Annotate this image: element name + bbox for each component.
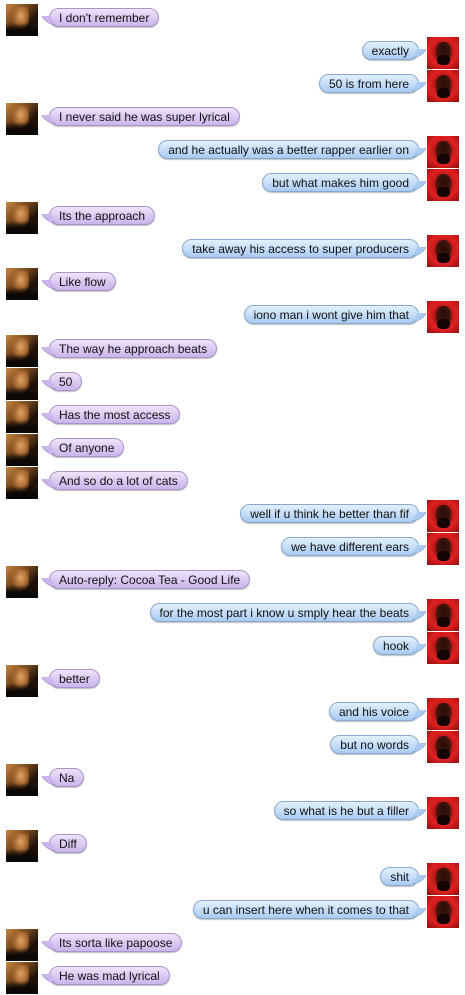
incoming-message-bubble: The way he approach beats xyxy=(49,339,218,358)
bearded-man-red-avatar-icon[interactable] xyxy=(427,731,459,763)
outgoing-message-bubble: hook xyxy=(372,636,419,655)
bearded-man-red-avatar-icon[interactable] xyxy=(427,169,459,201)
outgoing-message-bubble: well if u think he better than fif xyxy=(240,504,419,523)
message-row: shit xyxy=(0,863,465,896)
hands-on-face-avatar-icon[interactable] xyxy=(6,434,38,466)
hands-on-face-avatar-icon[interactable] xyxy=(6,962,38,994)
message-row: Like flow xyxy=(0,268,465,301)
incoming-message-bubble: Has the most access xyxy=(49,405,181,424)
hands-on-face-avatar-icon[interactable] xyxy=(6,566,38,598)
bearded-man-red-avatar-icon[interactable] xyxy=(427,863,459,895)
outgoing-message-bubble: for the most part i know u smply hear th… xyxy=(149,603,419,622)
message-row: but what makes him good xyxy=(0,169,465,202)
message-row: so what is he but a filler xyxy=(0,797,465,830)
outgoing-message-bubble: u can insert here when it comes to that xyxy=(192,900,419,919)
message-row: well if u think he better than fif xyxy=(0,500,465,533)
message-row: for the most part i know u smply hear th… xyxy=(0,599,465,632)
outgoing-message-bubble: shit xyxy=(380,867,419,886)
incoming-message-bubble: 50 xyxy=(49,372,83,391)
hands-on-face-avatar-icon[interactable] xyxy=(6,830,38,862)
outgoing-message-bubble: exactly xyxy=(361,41,419,60)
message-row: and his voice xyxy=(0,698,465,731)
message-row: u can insert here when it comes to that xyxy=(0,896,465,929)
message-row: exactly xyxy=(0,37,465,70)
bearded-man-red-avatar-icon[interactable] xyxy=(427,797,459,829)
message-row: And so do a lot of cats xyxy=(0,467,465,500)
hands-on-face-avatar-icon[interactable] xyxy=(6,665,38,697)
bearded-man-red-avatar-icon[interactable] xyxy=(427,500,459,532)
outgoing-message-bubble: iono man i wont give him that xyxy=(243,305,419,324)
outgoing-message-bubble: 50 is from here xyxy=(318,74,419,93)
incoming-message-bubble: Its the approach xyxy=(49,206,156,225)
message-row: Has the most access xyxy=(0,401,465,434)
message-row: Na xyxy=(0,764,465,797)
bearded-man-red-avatar-icon[interactable] xyxy=(427,70,459,102)
message-row: and he actually was a better rapper earl… xyxy=(0,136,465,169)
outgoing-message-bubble: and his voice xyxy=(328,702,419,721)
message-row: Auto-reply: Cocoa Tea - Good Life xyxy=(0,566,465,599)
message-row: I don't remember xyxy=(0,4,465,37)
message-row: Its the approach xyxy=(0,202,465,235)
message-row: Its sorta like papoose xyxy=(0,929,465,962)
incoming-message-bubble: I never said he was super lyrical xyxy=(49,107,240,126)
bearded-man-red-avatar-icon[interactable] xyxy=(427,632,459,664)
incoming-message-bubble: Na xyxy=(49,768,85,787)
hands-on-face-avatar-icon[interactable] xyxy=(6,467,38,499)
bearded-man-red-avatar-icon[interactable] xyxy=(427,37,459,69)
hands-on-face-avatar-icon[interactable] xyxy=(6,929,38,961)
outgoing-message-bubble: but what makes him good xyxy=(262,173,419,192)
message-row: 50 xyxy=(0,368,465,401)
hands-on-face-avatar-icon[interactable] xyxy=(6,103,38,135)
outgoing-message-bubble: we have different ears xyxy=(281,537,419,556)
message-row: I never said he was super lyrical xyxy=(0,103,465,136)
hands-on-face-avatar-icon[interactable] xyxy=(6,268,38,300)
outgoing-message-bubble: take away his access to super producers xyxy=(182,239,419,258)
message-row: The way he approach beats xyxy=(0,335,465,368)
bearded-man-red-avatar-icon[interactable] xyxy=(427,235,459,267)
hands-on-face-avatar-icon[interactable] xyxy=(6,202,38,234)
bearded-man-red-avatar-icon[interactable] xyxy=(427,698,459,730)
hands-on-face-avatar-icon[interactable] xyxy=(6,335,38,367)
message-row: Diff xyxy=(0,830,465,863)
message-row: Of anyone xyxy=(0,434,465,467)
message-row: iono man i wont give him that xyxy=(0,301,465,334)
incoming-message-bubble: Of anyone xyxy=(49,438,125,457)
incoming-message-bubble: Auto-reply: Cocoa Tea - Good Life xyxy=(49,570,251,589)
message-row: hook xyxy=(0,632,465,665)
incoming-message-bubble: And so do a lot of cats xyxy=(49,471,188,490)
outgoing-message-bubble: so what is he but a filler xyxy=(273,801,419,820)
message-row: better xyxy=(0,665,465,698)
incoming-message-bubble: I don't remember xyxy=(49,8,160,27)
hands-on-face-avatar-icon[interactable] xyxy=(6,401,38,433)
incoming-message-bubble: Its sorta like papoose xyxy=(49,933,183,952)
outgoing-message-bubble: but no words xyxy=(330,735,419,754)
message-row: take away his access to super producers xyxy=(0,235,465,268)
bearded-man-red-avatar-icon[interactable] xyxy=(427,533,459,565)
hands-on-face-avatar-icon[interactable] xyxy=(6,4,38,36)
hands-on-face-avatar-icon[interactable] xyxy=(6,764,38,796)
outgoing-message-bubble: and he actually was a better rapper earl… xyxy=(158,140,419,159)
incoming-message-bubble: He was mad lyrical xyxy=(49,966,170,985)
message-row: but no words xyxy=(0,731,465,764)
bearded-man-red-avatar-icon[interactable] xyxy=(427,599,459,631)
incoming-message-bubble: better xyxy=(49,669,100,688)
bearded-man-red-avatar-icon[interactable] xyxy=(427,301,459,333)
incoming-message-bubble: Diff xyxy=(49,834,87,853)
incoming-message-bubble: Like flow xyxy=(49,272,116,291)
bearded-man-red-avatar-icon[interactable] xyxy=(427,136,459,168)
message-row: 50 is from here xyxy=(0,70,465,103)
message-row: we have different ears xyxy=(0,533,465,566)
hands-on-face-avatar-icon[interactable] xyxy=(6,368,38,400)
chat-transcript: I don't remember exactly 50 is from here I … xyxy=(0,0,465,995)
bearded-man-red-avatar-icon[interactable] xyxy=(427,896,459,928)
message-row: He was mad lyrical xyxy=(0,962,465,995)
